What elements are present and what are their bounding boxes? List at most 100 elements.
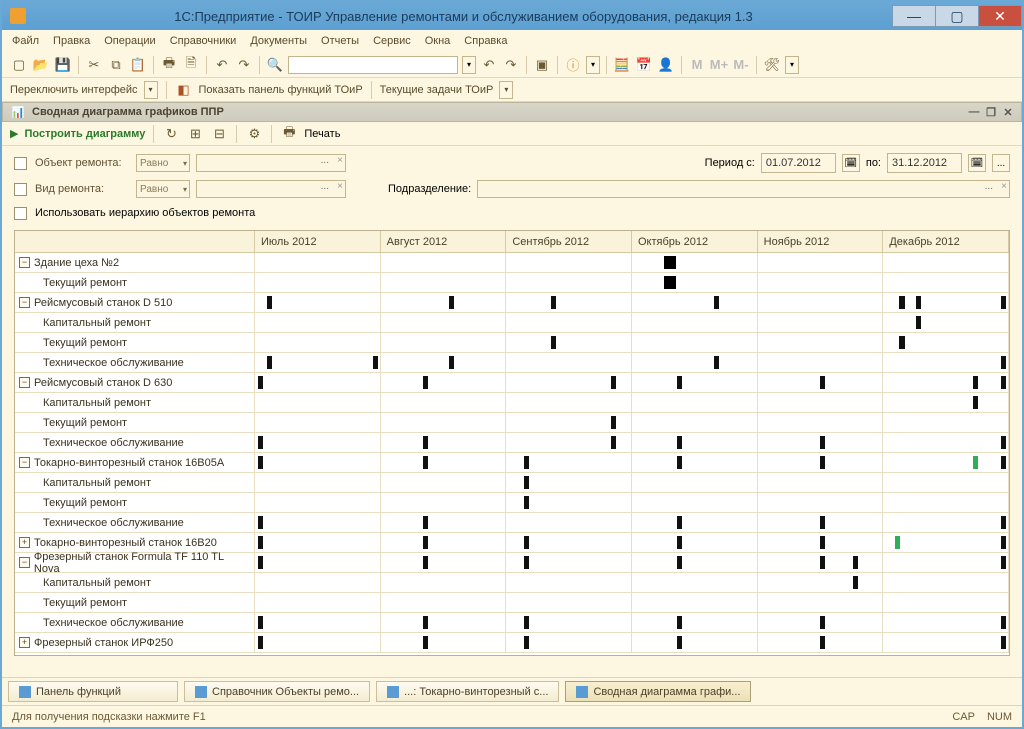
open-icon[interactable]: 📂 xyxy=(32,56,50,74)
windows-icon[interactable]: ▣ xyxy=(533,56,551,74)
row-name-cell[interactable]: Текущий ремонт xyxy=(15,273,255,293)
minimize-button[interactable]: — xyxy=(892,5,936,27)
panel-icon[interactable]: ◧ xyxy=(175,81,193,99)
row-name-cell[interactable]: Капитальный ремонт xyxy=(15,473,255,493)
gantt-bar[interactable] xyxy=(449,356,454,369)
build-diagram-button[interactable]: Построить диаграмму xyxy=(24,128,145,140)
gantt-bar[interactable] xyxy=(423,436,428,449)
gantt-bar[interactable] xyxy=(373,356,378,369)
gantt-bar[interactable] xyxy=(524,496,529,509)
period-range-icon[interactable]: ... xyxy=(992,154,1010,172)
refresh-icon[interactable]: ↻ xyxy=(162,125,180,143)
gantt-bar[interactable] xyxy=(677,536,682,549)
play-icon[interactable]: ▶ xyxy=(10,127,18,140)
row-name-cell[interactable]: +Фрезерный станок ИРФ250 xyxy=(15,633,255,653)
gantt-bar[interactable] xyxy=(551,296,556,309)
paste-icon[interactable]: 📋 xyxy=(129,56,147,74)
column-header-month[interactable]: Сентябрь 2012 xyxy=(506,231,632,253)
gantt-bar[interactable] xyxy=(258,536,263,549)
row-name-cell[interactable]: Техническое обслуживание xyxy=(15,513,255,533)
type-op-combo[interactable]: Равно xyxy=(136,180,190,198)
gantt-bar[interactable] xyxy=(423,616,428,629)
gantt-bar[interactable] xyxy=(677,436,682,449)
tools-icon[interactable]: 🛠 xyxy=(763,56,781,74)
collapse-icon[interactable]: − xyxy=(19,297,30,308)
row-name-cell[interactable]: −Токарно-винторезный станок 16В05А xyxy=(15,453,255,473)
gantt-bar[interactable] xyxy=(677,636,682,649)
gantt-bar[interactable] xyxy=(820,616,825,629)
column-header-name[interactable] xyxy=(15,231,255,253)
menu-windows[interactable]: Окна xyxy=(425,35,451,47)
mminus-icon[interactable]: M- xyxy=(732,56,750,74)
gantt-bar[interactable] xyxy=(820,456,825,469)
print-icon[interactable]: 🖶 xyxy=(160,56,178,74)
copy-icon[interactable]: ⧉ xyxy=(107,56,125,74)
sub-restore-icon[interactable]: ❐ xyxy=(984,105,998,119)
sub-close-icon[interactable]: ✕ xyxy=(1001,105,1015,119)
gantt-bar[interactable] xyxy=(267,296,272,309)
gantt-bar[interactable] xyxy=(1001,636,1006,649)
gantt-bar[interactable] xyxy=(664,276,676,289)
gantt-bar[interactable] xyxy=(973,396,978,409)
gantt-bar[interactable] xyxy=(820,536,825,549)
expand-icon[interactable]: + xyxy=(19,637,30,648)
collapse-icon[interactable]: − xyxy=(19,557,30,568)
m-icon[interactable]: M xyxy=(688,56,706,74)
row-name-cell[interactable]: Текущий ремонт xyxy=(15,593,255,613)
gantt-bar[interactable] xyxy=(973,456,978,469)
new-icon[interactable]: ▢ xyxy=(10,56,28,74)
menu-service[interactable]: Сервис xyxy=(373,35,411,47)
cut-icon[interactable]: ✂ xyxy=(85,56,103,74)
gantt-bar[interactable] xyxy=(1001,536,1006,549)
row-name-cell[interactable]: Текущий ремонт xyxy=(15,493,255,513)
tab-panel-functions[interactable]: Панель функций xyxy=(8,681,178,702)
gantt-bar[interactable] xyxy=(1001,296,1006,309)
type-checkbox[interactable] xyxy=(14,183,27,196)
row-name-cell[interactable]: Техническое обслуживание xyxy=(15,353,255,373)
nav-fwd-icon[interactable]: ↷ xyxy=(502,56,520,74)
gantt-bar[interactable] xyxy=(611,436,616,449)
gantt-bar[interactable] xyxy=(258,636,263,649)
row-name-cell[interactable]: Капитальный ремонт xyxy=(15,573,255,593)
gantt-bar[interactable] xyxy=(714,296,719,309)
info-dd[interactable]: ▾ xyxy=(586,56,600,74)
gantt-bar[interactable] xyxy=(423,536,428,549)
period-to-input[interactable]: 31.12.2012 xyxy=(887,153,962,173)
gantt-bar[interactable] xyxy=(820,556,825,569)
gantt-bar[interactable] xyxy=(916,296,921,309)
gantt-bar[interactable] xyxy=(853,556,858,569)
row-name-cell[interactable]: Капитальный ремонт xyxy=(15,313,255,333)
menu-reports[interactable]: Отчеты xyxy=(321,35,359,47)
row-name-cell[interactable]: −Фрезерный станок Formula TF 110 TL Nova xyxy=(15,553,255,573)
close-button[interactable]: ✕ xyxy=(978,5,1022,27)
calc-icon[interactable]: 🧮 xyxy=(613,56,631,74)
gantt-bar[interactable] xyxy=(258,516,263,529)
column-header-month[interactable]: Июль 2012 xyxy=(255,231,381,253)
gantt-bar[interactable] xyxy=(714,356,719,369)
gantt-bar[interactable] xyxy=(1001,356,1006,369)
current-tasks-button[interactable]: Текущие задачи ТОиР xyxy=(380,84,494,96)
mplus-icon[interactable]: M+ xyxy=(710,56,728,74)
gantt-bar[interactable] xyxy=(677,556,682,569)
row-name-cell[interactable]: −Рейсмусовый станок D 630 xyxy=(15,373,255,393)
gantt-bar[interactable] xyxy=(258,376,263,389)
sub-min-icon[interactable]: — xyxy=(967,105,981,119)
gantt-bar[interactable] xyxy=(524,616,529,629)
row-name-cell[interactable]: −Здание цеха №2 xyxy=(15,253,255,273)
gantt-bar[interactable] xyxy=(1001,616,1006,629)
object-checkbox[interactable] xyxy=(14,157,27,170)
menu-operations[interactable]: Операции xyxy=(104,35,155,47)
tab-catalog-objects[interactable]: Справочник Объекты ремо... xyxy=(184,681,370,702)
switch-iface-dd[interactable]: ▾ xyxy=(144,81,158,99)
gantt-bar[interactable] xyxy=(611,376,616,389)
gantt-bar[interactable] xyxy=(524,536,529,549)
object-input[interactable]: ...× xyxy=(196,154,346,172)
collapse-icon[interactable]: − xyxy=(19,257,30,268)
switch-interface-button[interactable]: Переключить интерфейс xyxy=(10,84,138,96)
nav-back-icon[interactable]: ↶ xyxy=(480,56,498,74)
gantt-bar[interactable] xyxy=(677,376,682,389)
gantt-bar[interactable] xyxy=(677,516,682,529)
tab-summary-diagram[interactable]: Сводная диаграмма графи... xyxy=(565,681,751,702)
gantt-bar[interactable] xyxy=(1001,376,1006,389)
undo-icon[interactable]: ↶ xyxy=(213,56,231,74)
